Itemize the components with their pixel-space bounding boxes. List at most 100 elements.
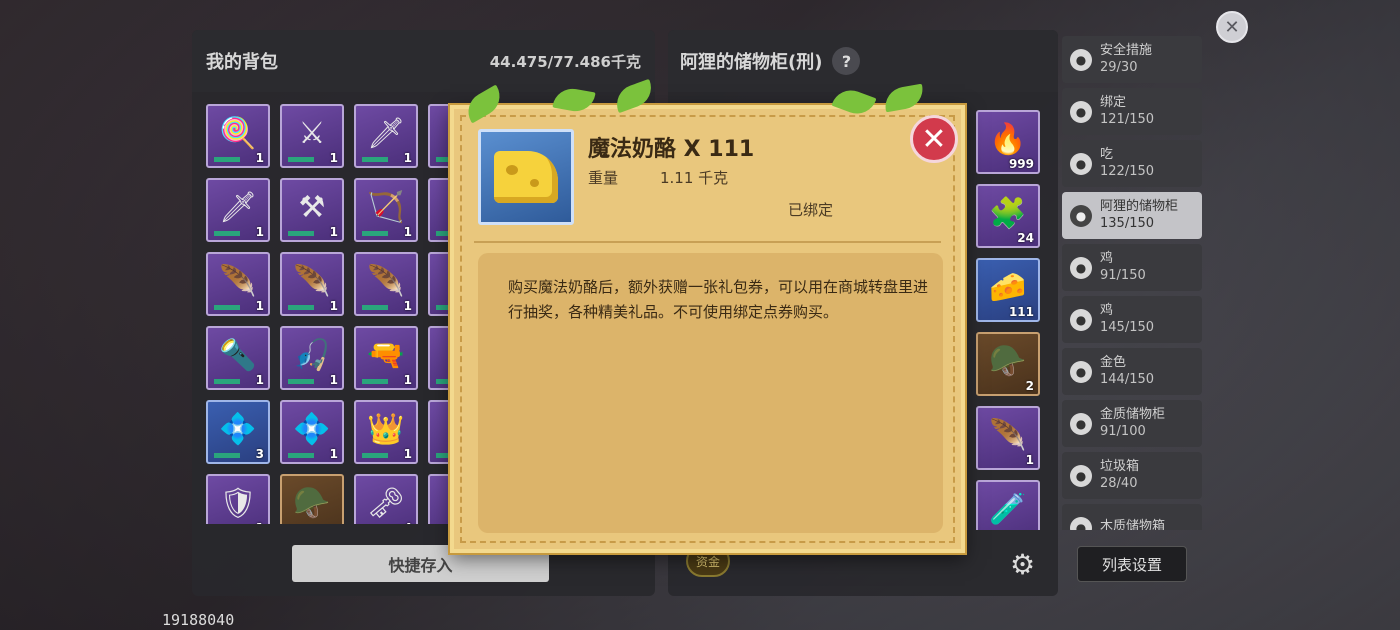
sidebar-item[interactable]: ● 垃圾箱 28/40 (1062, 452, 1202, 499)
bag-slot[interactable]: 👑 1 (354, 400, 418, 464)
locker-slot[interactable]: 🪶 1 (976, 406, 1040, 470)
sidebar-item-text: 金质储物柜 91/100 (1100, 407, 1165, 440)
description-box: 购买魔法奶酪后，额外获赠一张礼包券，可以用在商城转盘里进行抽奖，各种精美礼品。不… (478, 253, 943, 533)
durability-bar (214, 157, 240, 162)
user-icon: ● (1070, 308, 1092, 331)
sidebar-item-count: 135/150 (1100, 215, 1155, 231)
durability-bar (214, 305, 240, 310)
weight-label: 重量 (588, 169, 619, 187)
bag-header: 我的背包 44.475/77.486千克 (192, 30, 655, 92)
sidebar-item-text: 鸡 145/150 (1100, 303, 1154, 336)
sidebar-item-text: 鸡 91/150 (1100, 251, 1146, 284)
sidebar-item-name: 安全措施 (1100, 43, 1153, 59)
bag-slot[interactable]: ⚒ 1 (280, 178, 344, 242)
durability-bar (288, 305, 314, 310)
durability-bar (362, 305, 388, 310)
item-icon: 💠 (219, 412, 257, 447)
sidebar-item[interactable]: ● 吃 122/150 (1062, 140, 1202, 187)
sidebar-item[interactable]: ● 鸡 145/150 (1062, 296, 1202, 343)
item-icon: ⚔ (298, 116, 326, 151)
item-icon: 🛡 (218, 486, 258, 521)
bag-slot[interactable]: 🗡 1 (206, 178, 270, 242)
item-icon: 🍭 (219, 116, 257, 151)
bag-slot[interactable]: 🗝4 (354, 474, 418, 524)
bag-weight: 44.475/77.486千克 (489, 52, 641, 71)
item-icon: 🔥 (989, 122, 1027, 157)
sidebar-item-name: 鸡 (1100, 303, 1114, 319)
bag-slot[interactable]: 🪶 1 (206, 252, 270, 316)
user-icon: ● (1070, 360, 1092, 383)
sidebar-item[interactable]: ● 安全措施 29/30 (1062, 36, 1202, 83)
sidebar-item-name: 吃 (1100, 147, 1114, 163)
item-count: 24 (1017, 231, 1034, 245)
bag-slot[interactable]: 🪶 1 (354, 252, 418, 316)
user-icon: ● (1070, 204, 1092, 227)
sidebar-item[interactable]: ● 绑定 121/150 (1062, 88, 1202, 135)
locker-slot[interactable]: 🧪 (976, 480, 1040, 530)
sidebar-item-text: 安全措施 29/30 (1100, 43, 1152, 76)
item-icon: 🪶 (219, 264, 257, 299)
item-count: 1 (255, 299, 264, 313)
bag-slot[interactable]: 🪖 (280, 474, 344, 524)
bag-slot[interactable]: 🎣 1 (280, 326, 344, 390)
item-icon: 🔫 (367, 338, 405, 373)
item-icon: 🧩 (989, 196, 1027, 231)
bag-slot[interactable]: 💠 1 (280, 400, 344, 464)
sidebar-item[interactable]: ● 木质储物箱 (1062, 504, 1202, 530)
bag-slot[interactable]: 🏹 1 (354, 178, 418, 242)
bag-slot[interactable]: 🍭 1 (206, 104, 270, 168)
bag-title: 我的背包 (206, 52, 278, 73)
item-count: 1 (403, 447, 412, 461)
sidebar-item[interactable]: ● 阿狸的储物柜 135/150 (1062, 192, 1202, 239)
sidebar-item[interactable]: ● 鸡 91/150 (1062, 244, 1202, 291)
gear-icon[interactable]: ⚙ (1010, 548, 1035, 581)
item-icon: 🪶 (989, 418, 1027, 453)
bag-slot[interactable]: ⚔ 1 (280, 104, 344, 168)
sidebar-item-count: 145/150 (1100, 319, 1155, 335)
item-count: 2 (1025, 379, 1034, 393)
list-settings-button[interactable]: 列表设置 (1077, 546, 1187, 582)
item-count: 1 (403, 299, 412, 313)
bag-slot[interactable]: 🪶 1 (280, 252, 344, 316)
item-icon: 🪶 (367, 264, 405, 299)
sidebar-item-name: 木质储物箱 (1100, 519, 1166, 530)
weight-value: 1.11 千克 (660, 169, 729, 187)
locker-slot[interactable]: 🧀 111 (976, 258, 1040, 322)
durability-bar (362, 379, 388, 384)
item-count: 1 (403, 151, 412, 165)
cheese-icon (494, 151, 558, 203)
item-icon: ⚒ (298, 190, 326, 225)
item-icon: 🗡 (366, 116, 406, 151)
help-icon[interactable]: ? (832, 47, 861, 75)
user-icon: ● (1070, 412, 1092, 435)
bag-slot[interactable]: 🗡 1 (354, 104, 418, 168)
locker-grid: 🔥 999 🧩 24 🧀 111 🪖 2 🪶 1 🧪 (976, 110, 1046, 530)
sidebar-item-count: 122/150 (1100, 163, 1155, 179)
bag-slot[interactable]: 🔫 1 (354, 326, 418, 390)
bag-slot[interactable]: 💠 3 (206, 400, 270, 464)
item-icon: 🗡 (218, 190, 258, 225)
sidebar-item[interactable]: ● 金色 144/150 (1062, 348, 1202, 395)
locker-slot[interactable]: 🔥 999 (976, 110, 1040, 174)
item-icon: 💠 (293, 412, 331, 447)
item-description: 购买魔法奶酪后，额外获赠一张礼包券，可以用在商城转盘里进行抽奖，各种精美礼品。不… (508, 278, 929, 321)
locker-title: 阿狸的储物柜(刑) (680, 52, 823, 73)
bag-slot[interactable]: 🛡1 (206, 474, 270, 524)
item-icon: 🧪 (989, 492, 1027, 527)
user-icon: ● (1070, 516, 1092, 530)
sidebar-item-count: 121/150 (1100, 111, 1155, 127)
item-count: 1 (403, 373, 412, 387)
locker-slot[interactable]: 🪖 2 (976, 332, 1040, 396)
bag-slot[interactable]: 🔦 1 (206, 326, 270, 390)
modal-close-button[interactable]: ✕ (910, 115, 958, 163)
item-icon: 🪖 (293, 486, 331, 521)
user-icon: ● (1070, 48, 1092, 71)
close-icon[interactable]: ✕ (1216, 11, 1248, 43)
item-icon: 🪖 (989, 344, 1027, 379)
item-count: 1 (329, 299, 338, 313)
sidebar-item[interactable]: ● 金质储物柜 91/100 (1062, 400, 1202, 447)
item-count: 1 (255, 225, 264, 239)
locker-slot[interactable]: 🧩 24 (976, 184, 1040, 248)
item-detail-modal: 魔法奶酪 X 111 重量 1.11 千克 已绑定 ✕ 购买魔法奶酪后，额外获赠… (450, 78, 965, 553)
item-count: 1 (1025, 453, 1034, 467)
